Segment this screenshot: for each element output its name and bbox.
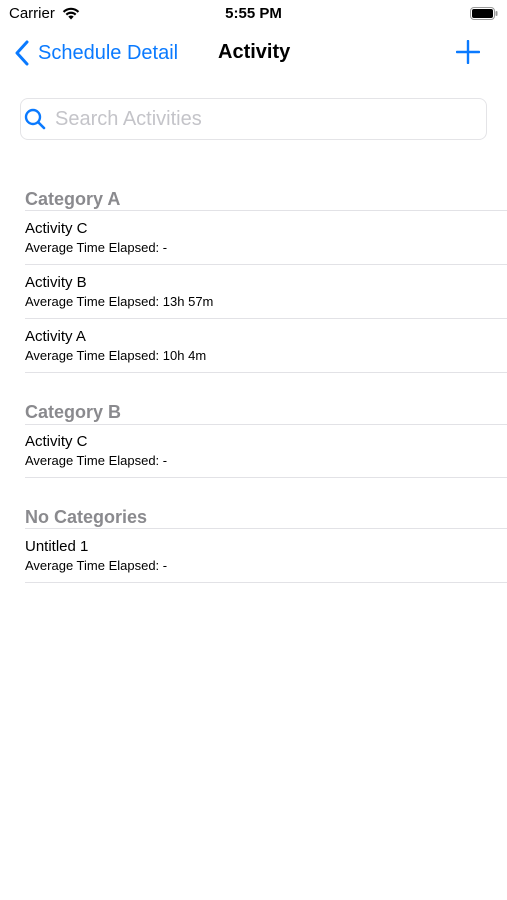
activity-title: Activity B bbox=[25, 274, 87, 291]
activity-title: Untitled 1 bbox=[25, 538, 89, 555]
divider bbox=[25, 424, 507, 425]
section-header-category-a: Category A bbox=[25, 189, 121, 209]
activity-average-time: Average Time Elapsed: 13h 57m bbox=[25, 294, 214, 309]
list-item[interactable]: Activity B Average Time Elapsed: 13h 57m bbox=[25, 272, 507, 324]
search-bar bbox=[20, 98, 487, 140]
back-button-label: Schedule Detail bbox=[38, 41, 179, 64]
plus-icon[interactable] bbox=[456, 40, 480, 64]
divider bbox=[25, 264, 507, 265]
list-item[interactable]: Activity C Average Time Elapsed: - bbox=[25, 431, 507, 483]
navigation-bar: Schedule Detail Activity bbox=[0, 30, 507, 76]
activity-average-time: Average Time Elapsed: - bbox=[25, 453, 168, 468]
status-time: 5:55 PM bbox=[225, 5, 282, 22]
divider bbox=[25, 372, 507, 373]
activity-average-time: Average Time Elapsed: 10h 4m bbox=[25, 348, 207, 363]
list-item[interactable]: Activity A Average Time Elapsed: 10h 4m bbox=[25, 326, 507, 378]
list-item[interactable]: Activity C Average Time Elapsed: - bbox=[25, 218, 507, 270]
divider bbox=[25, 528, 507, 529]
section-header-no-categories: No Categories bbox=[25, 507, 148, 527]
chevron-left-icon bbox=[15, 40, 29, 66]
activity-title: Activity A bbox=[25, 328, 86, 345]
activity-title: Activity C bbox=[25, 433, 88, 450]
activity-average-time: Average Time Elapsed: - bbox=[25, 558, 168, 573]
section-header-category-b: Category B bbox=[25, 402, 122, 422]
activity-average-time: Average Time Elapsed: - bbox=[25, 240, 168, 255]
status-bar: Carrier 5:55 PM bbox=[0, 0, 507, 28]
battery-icon bbox=[470, 7, 498, 20]
divider bbox=[25, 210, 507, 211]
page-title: Activity bbox=[218, 41, 291, 63]
activity-title: Activity C bbox=[25, 220, 88, 237]
divider bbox=[25, 318, 507, 319]
search-input[interactable] bbox=[55, 107, 455, 131]
divider bbox=[25, 477, 507, 478]
divider bbox=[25, 582, 507, 583]
back-button[interactable]: Schedule Detail bbox=[14, 37, 178, 69]
list-item[interactable]: Untitled 1 Average Time Elapsed: - bbox=[25, 536, 507, 588]
search-icon bbox=[24, 108, 46, 130]
